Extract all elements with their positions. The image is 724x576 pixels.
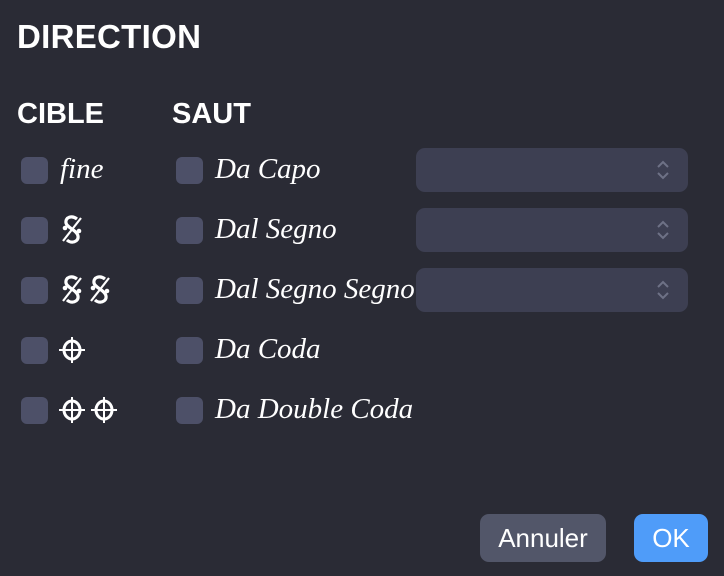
cancel-button[interactable]: Annuler xyxy=(480,514,606,562)
jump-label-da-capo: Da Capo xyxy=(215,153,321,185)
dal-segno-select[interactable] xyxy=(416,208,688,252)
chevron-up-down-icon xyxy=(656,278,670,307)
jump-checkbox-da-double-coda[interactable] xyxy=(176,397,203,424)
jump-checkbox-da-coda[interactable] xyxy=(176,337,203,364)
dal-segno-segno-select[interactable] xyxy=(416,268,688,312)
target-checkbox-double-coda[interactable] xyxy=(21,397,48,424)
target-label-fine: fine xyxy=(60,153,104,185)
column-header-jump: SAUT xyxy=(172,98,251,130)
double-coda-icon xyxy=(58,395,118,425)
target-checkbox-fine[interactable] xyxy=(21,157,48,184)
target-checkbox-segno[interactable] xyxy=(21,217,48,244)
jump-label-da-double-coda: Da Double Coda xyxy=(215,393,414,425)
segno-icon xyxy=(60,214,84,246)
jump-label-dal-segno: Dal Segno xyxy=(215,213,337,245)
jump-checkbox-dal-segno-segno[interactable] xyxy=(176,277,203,304)
jump-checkbox-da-capo[interactable] xyxy=(176,157,203,184)
target-checkbox-coda[interactable] xyxy=(21,337,48,364)
double-segno-icon xyxy=(60,274,112,306)
coda-icon xyxy=(58,335,86,365)
jump-label-da-coda: Da Coda xyxy=(215,333,321,365)
jump-checkbox-dal-segno[interactable] xyxy=(176,217,203,244)
ok-button[interactable]: OK xyxy=(634,514,708,562)
da-capo-select[interactable] xyxy=(416,148,688,192)
dialog-title: DIRECTION xyxy=(17,18,202,55)
chevron-up-down-icon xyxy=(656,218,670,247)
chevron-up-down-icon xyxy=(656,158,670,187)
jump-label-dal-segno-segno: Dal Segno Segno xyxy=(215,273,415,305)
target-checkbox-double-segno[interactable] xyxy=(21,277,48,304)
column-header-target: CIBLE xyxy=(17,98,104,130)
